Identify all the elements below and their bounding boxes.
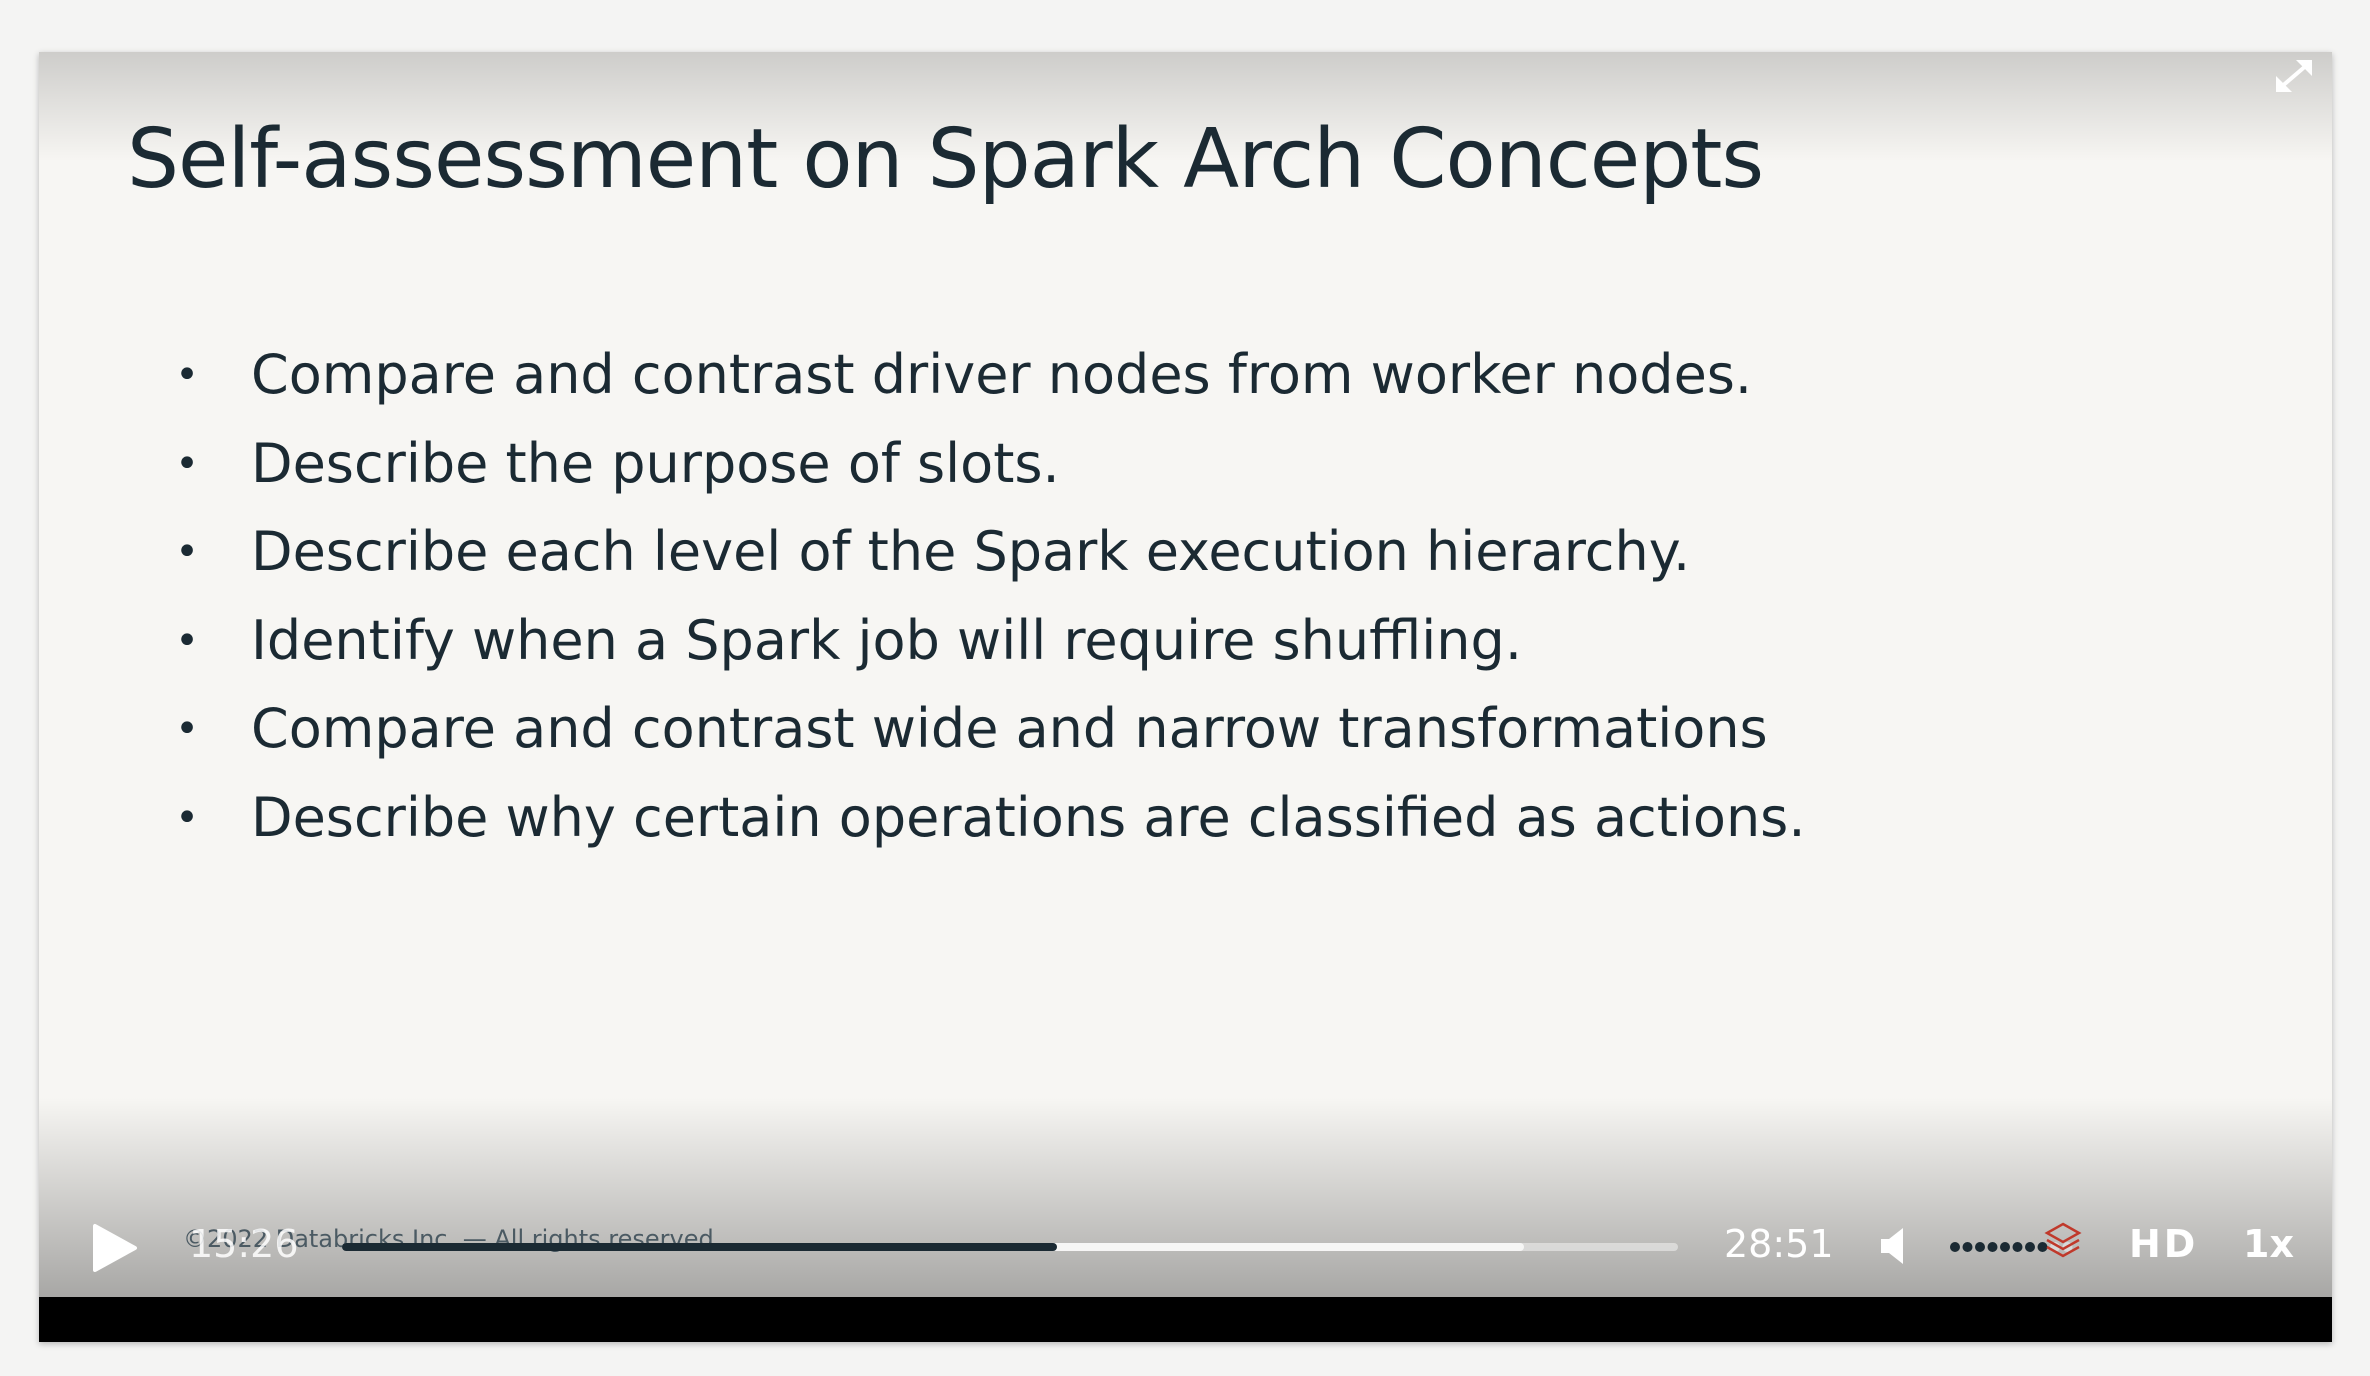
- controls-shade: [39, 1097, 2332, 1297]
- volume-dot[interactable]: [2012, 1242, 2023, 1252]
- volume-icon[interactable]: [1875, 1224, 1919, 1268]
- bullet-item: • Compare and contrast driver nodes from …: [157, 320, 1805, 409]
- bullet-item: • Compare and contrast wide and narrow tr…: [157, 674, 1805, 763]
- volume-dot[interactable]: [1987, 1242, 1998, 1252]
- progress-played[interactable]: [342, 1243, 1057, 1251]
- databricks-logo-icon: [2044, 1222, 2082, 1258]
- bullet-item: • Describe the purpose of slots.: [157, 409, 1805, 498]
- progress-bar[interactable]: [342, 1243, 1678, 1251]
- slide: Self-assessment on Spark Arch Concepts •…: [39, 52, 2332, 1297]
- volume-dot[interactable]: [2025, 1242, 2035, 1252]
- bullet-item: • Identify when a Spark job will require …: [157, 586, 1805, 675]
- current-time: 15:26: [189, 1222, 299, 1266]
- bullet-text: Compare and contrast wide and narrow tra…: [251, 697, 1768, 760]
- bullet-text: Compare and contrast driver nodes from w…: [251, 343, 1753, 406]
- video-player[interactable]: Self-assessment on Spark Arch Concepts •…: [39, 52, 2332, 1342]
- bullet-list: • Compare and contrast driver nodes from …: [157, 320, 1805, 851]
- total-time: 28:51: [1724, 1222, 1834, 1266]
- bullet-dot: •: [175, 794, 199, 841]
- volume-dot[interactable]: [1950, 1242, 1960, 1252]
- slide-title: Self-assessment on Spark Arch Concepts: [127, 112, 1764, 207]
- volume-dot[interactable]: [1975, 1242, 1985, 1252]
- bullet-item: • Describe each level of the Spark execut…: [157, 497, 1805, 586]
- quality-button[interactable]: HD: [2129, 1222, 2198, 1266]
- speed-button[interactable]: 1x: [2243, 1222, 2294, 1266]
- play-icon[interactable]: [85, 1220, 141, 1276]
- bullet-text: Describe why certain operations are clas…: [251, 785, 1806, 849]
- bullet-text: Describe the purpose of slots.: [251, 431, 1060, 495]
- bullet-text: Describe each level of the Spark executi…: [251, 520, 1691, 583]
- bullet-text: Identify when a Spark job will require s…: [251, 608, 1522, 672]
- volume-dot[interactable]: [2000, 1242, 2010, 1252]
- volume-dot[interactable]: [1962, 1242, 1973, 1252]
- bullet-item: • Describe why certain operations are cla…: [157, 763, 1805, 852]
- expand-icon[interactable]: [2270, 56, 2318, 96]
